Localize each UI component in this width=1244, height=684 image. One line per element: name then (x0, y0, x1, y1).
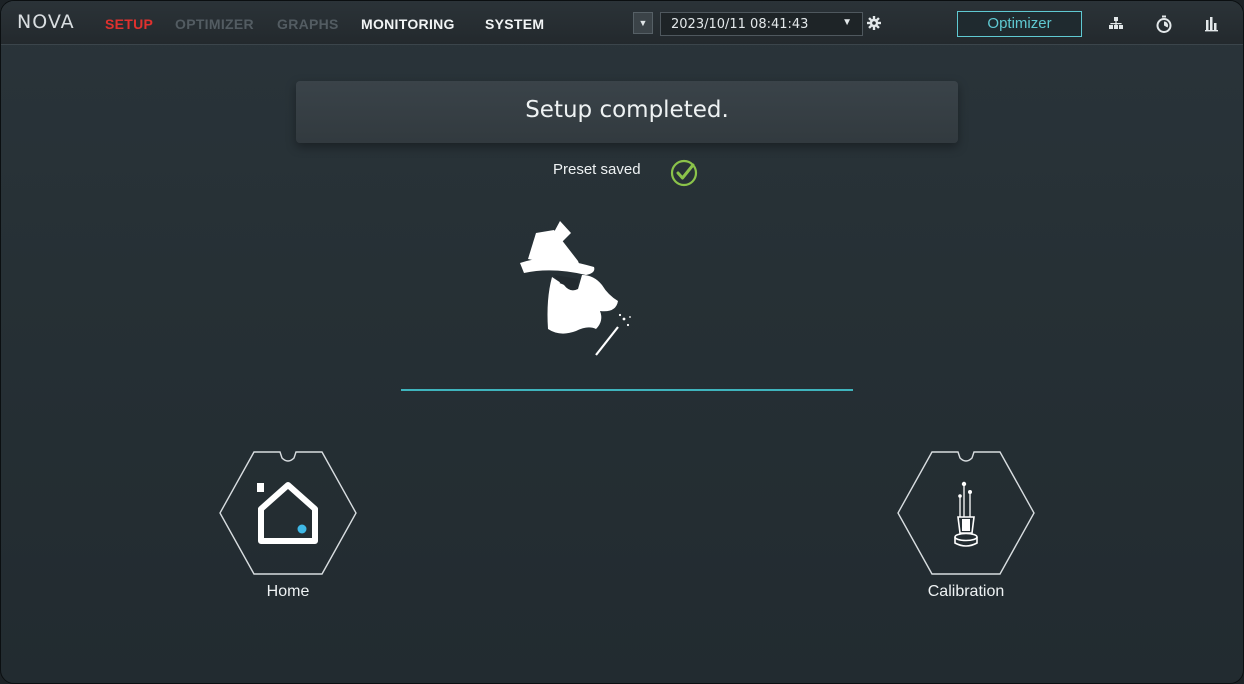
bar-chart-icon[interactable] (1201, 13, 1223, 35)
optimizer-button[interactable]: Optimizer (957, 11, 1082, 37)
nav-optimizer[interactable]: OPTIMIZER (175, 16, 254, 32)
preset-status-label: Preset saved (553, 161, 641, 178)
stopwatch-icon[interactable] (1153, 13, 1175, 35)
app-window: NOVA SETUP OPTIMIZER GRAPHS MONITORING S… (0, 0, 1244, 684)
nav-graphs[interactable]: GRAPHS (277, 16, 339, 32)
datetime-select[interactable]: 2023/10/11 08:41:43 ▼ (660, 12, 863, 36)
network-icon[interactable] (1105, 13, 1127, 35)
datetime-value: 2023/10/11 08:41:43 (671, 17, 809, 32)
nav-system[interactable]: SYSTEM (485, 16, 544, 32)
banner-message: Setup completed. (525, 97, 729, 123)
calibration-icon (948, 477, 984, 551)
nav-monitoring[interactable]: MONITORING (361, 16, 455, 32)
gear-icon[interactable] (865, 14, 883, 32)
top-bar: NOVA SETUP OPTIMIZER GRAPHS MONITORING S… (1, 1, 1243, 45)
calibration-tile-button[interactable]: Calibration (896, 451, 1036, 611)
dropdown-toggle-button[interactable]: ▼ (633, 12, 653, 34)
nav-setup[interactable]: SETUP (105, 16, 153, 32)
chevron-down-icon: ▼ (842, 17, 852, 28)
check-circle-icon (669, 158, 699, 188)
home-icon (255, 479, 321, 547)
calibration-tile-label: Calibration (927, 583, 1005, 600)
home-tile-button[interactable]: Home (218, 451, 358, 611)
app-logo: NOVA (17, 11, 75, 33)
progress-divider (401, 389, 853, 391)
chevron-down-icon: ▼ (638, 18, 648, 28)
status-banner: Setup completed. (296, 81, 958, 143)
home-tile-label: Home (266, 583, 310, 600)
wizard-icon (516, 219, 641, 359)
